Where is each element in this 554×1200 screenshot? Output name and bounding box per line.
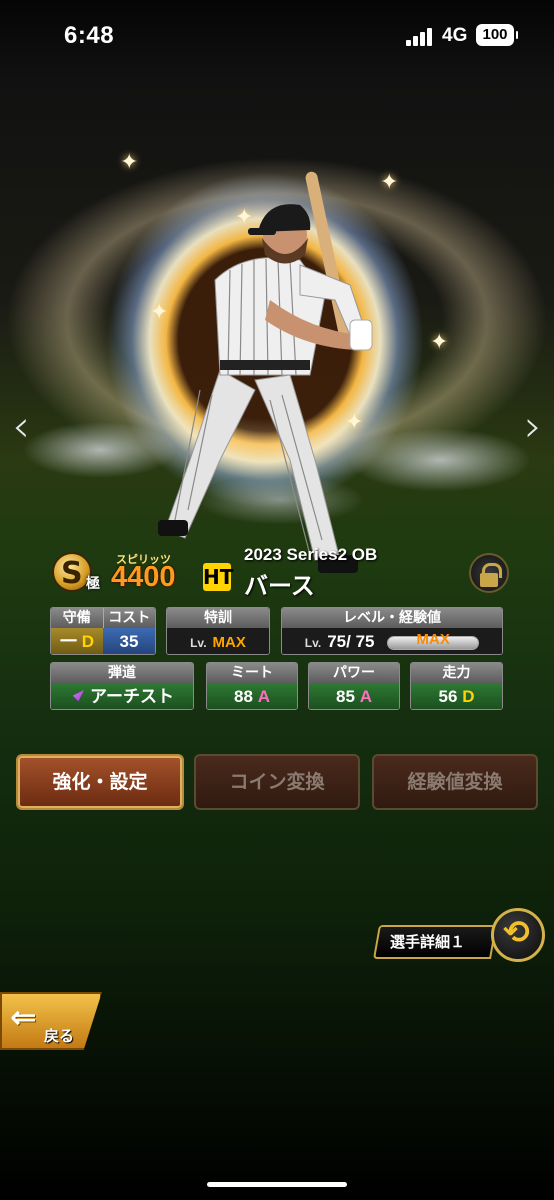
enhance-settings-button[interactable]: 強化・設定	[16, 754, 184, 810]
meet-box: ミート 88 A	[206, 662, 298, 710]
player-detail-button[interactable]: 選手詳細１	[373, 925, 497, 959]
training-box: 特訓 Lv. MAX	[166, 607, 270, 655]
battery-icon: 100	[476, 24, 518, 46]
position-cost-box: 守備 コスト 一 D 35	[50, 607, 156, 655]
player-detail-label: 選手詳細１	[390, 933, 466, 951]
speed-value: 56	[438, 687, 458, 706]
exp-bar: MAX	[387, 631, 480, 650]
level-value: 75/ 75	[327, 632, 375, 651]
network-type: 4G	[442, 25, 468, 46]
back-arrow-icon: ⇐	[10, 998, 37, 1036]
position-label: 守備	[51, 608, 104, 628]
trajectory-box: 弾道 アーチスト	[50, 662, 194, 710]
position-grade: D	[81, 632, 94, 651]
previous-card-button[interactable]: ‹	[6, 402, 36, 452]
team-logo-icon: HT	[203, 563, 234, 591]
meet-label: ミート	[207, 663, 297, 683]
cost-value: 35	[103, 628, 155, 654]
coin-convert-button[interactable]: コイン変換	[194, 754, 360, 810]
training-value: MAX	[212, 634, 246, 651]
trajectory-value-row: アーチスト	[51, 683, 193, 709]
sparkle-icon: ✦	[430, 330, 449, 355]
next-card-button[interactable]: ›	[518, 402, 548, 452]
power-value-row: 85 A	[309, 683, 399, 709]
home-indicator[interactable]	[207, 1182, 347, 1187]
sparkle-icon: ✦	[120, 150, 139, 175]
level-lv: Lv.	[304, 636, 322, 650]
power-value: 85	[336, 687, 355, 706]
back-label: 戻る	[44, 1027, 75, 1045]
cost-label: コスト	[108, 610, 151, 626]
training-value-row: Lv. MAX	[167, 628, 269, 654]
exp-value: MAX	[416, 630, 450, 648]
player-name: バース	[244, 572, 315, 600]
training-lv: Lv.	[190, 636, 207, 650]
power-grade: A	[359, 687, 372, 706]
signal-icon	[406, 28, 434, 46]
speed-box: 走力 56 D	[410, 662, 503, 710]
meet-grade: A	[257, 687, 270, 706]
rank-letter: S	[61, 556, 83, 591]
power-label: パワー	[309, 663, 399, 683]
exp-convert-button[interactable]: 経験値変換	[372, 754, 538, 810]
training-label: 特訓	[167, 608, 269, 628]
power-box: パワー 85 A	[308, 662, 400, 710]
speed-grade: D	[462, 687, 475, 706]
speed-value-row: 56 D	[411, 683, 502, 709]
trajectory-arrow-icon	[70, 690, 84, 704]
player-card-screen: 6:48 4G 100 ✦ ✦ ✦ ✦ ✦ ✦ ‹ › S 極 スピリッツ 44…	[0, 0, 554, 1200]
position-value: 一 D	[51, 628, 103, 654]
player-image	[158, 171, 373, 573]
status-time: 6:48	[64, 22, 115, 49]
status-bar: 6:48 4G 100	[0, 0, 554, 76]
trajectory-label: 弾道	[51, 663, 193, 683]
level-label: レベル・経験値	[282, 608, 502, 628]
trajectory-value: アーチスト	[90, 687, 174, 706]
level-value-row: Lv. 75/ 75 MAX	[282, 628, 502, 654]
level-box: レベル・経験値 Lv. 75/ 75 MAX	[281, 607, 503, 655]
position-text: 一	[59, 632, 77, 651]
speed-label: 走力	[411, 663, 502, 683]
meet-value: 88	[234, 687, 253, 706]
rank-suffix: 極	[86, 576, 100, 592]
card-series: 2023 Series2 OB	[244, 545, 378, 564]
swap-icon[interactable]	[491, 908, 545, 962]
lock-icon[interactable]	[469, 553, 509, 593]
spirits-value: 4400	[111, 561, 176, 593]
meet-value-row: 88 A	[207, 683, 297, 709]
